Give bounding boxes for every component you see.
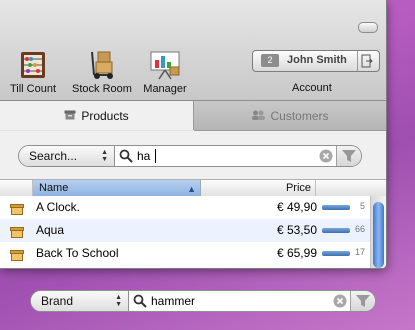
stock-count: 66 [354,224,365,234]
manager-label: Manager [143,83,187,95]
box-icon [64,109,76,123]
product-price: € 49,90 [276,200,317,214]
brand-scope-label: Brand [41,294,74,308]
brand-search-field: Brand ▲ ▼ hammer [30,290,376,312]
box-icon [10,202,24,220]
stock-room-button[interactable]: Stock Room [66,46,138,95]
account-badge: 2 [261,54,279,67]
product-name: Aqua [36,223,65,237]
box-icon [10,225,24,243]
column-header-name[interactable]: Name ▲ [33,180,201,196]
manager-button[interactable]: Manager [140,46,190,95]
search-field: Search... ▲ ▼ ha [18,145,362,167]
account-label: Account [292,82,332,94]
funnel-icon [356,295,370,307]
column-header-price[interactable]: Price [202,180,316,196]
box-icon [10,248,24,266]
tab-customers[interactable]: Customers [194,101,386,131]
toolbar: Till Count Stock Room Manager 2 John Smi… [0,0,386,101]
column-header-price-label: Price [285,182,311,194]
funnel-icon [342,150,356,162]
table-row[interactable]: Aqua € 53,50 66 [0,219,370,242]
tab-products-label: Products [81,108,129,123]
filter-button[interactable] [350,291,375,311]
search-icon [133,294,147,311]
stock-bar [322,228,350,233]
product-name: Back To School [36,246,119,260]
search-scope-label: Search... [29,149,78,163]
table-header: Name ▲ Price [0,179,386,197]
clear-search-icon[interactable] [333,294,347,311]
select-arrows-icon: ▲ ▼ [115,294,122,308]
stock-count: 17 [354,247,365,257]
tab-customers-label: Customers [270,108,329,123]
sort-ascending-icon: ▲ [187,184,196,194]
stock-bar [322,205,350,210]
stock-room-label: Stock Room [72,83,132,95]
presentation-board-icon [140,46,190,80]
filter-button[interactable] [336,146,361,166]
abacus-icon [6,46,60,80]
brand-scope-select[interactable]: Brand ▲ ▼ [31,291,129,311]
select-arrows-icon: ▲ ▼ [101,149,108,163]
till-count-button[interactable]: Till Count [6,46,60,95]
till-count-label: Till Count [9,83,57,95]
search-icon [119,149,133,166]
scrollbar-thumb[interactable] [373,202,384,268]
column-header-name-label: Name [39,182,69,194]
account-control[interactable]: 2 John Smith [252,50,380,72]
table-row[interactable]: A Clock. € 49,90 5 [0,196,370,219]
search-input[interactable]: ha [137,149,150,163]
product-price: € 53,50 [276,223,317,237]
people-icon [251,109,266,123]
account-divider [357,51,358,71]
product-table: A Clock. € 49,90 5 Aqua € 53,50 66 Back … [0,196,370,268]
text-caret [155,149,156,163]
vertical-scrollbar[interactable] [370,196,386,268]
account-name: John Smith [287,54,347,66]
stock-count: 5 [359,201,365,211]
search-scope-select[interactable]: Search... ▲ ▼ [19,146,115,166]
product-price: € 65,99 [276,246,317,260]
clear-search-icon[interactable] [319,149,333,166]
logout-icon[interactable] [361,54,373,73]
table-row[interactable]: Back To School € 65,99 17 [0,242,370,265]
search-bar: Search... ▲ ▼ ha [0,131,386,179]
brand-search-input[interactable]: hammer [151,294,195,308]
icon-column-header [0,180,33,196]
hand-truck-icon [66,46,138,80]
pos-window: Till Count Stock Room Manager 2 John Smi… [0,0,387,269]
tab-products[interactable]: Products [0,101,194,130]
product-name: A Clock. [36,200,81,214]
toolbar-toggle-button[interactable] [358,22,378,33]
tab-bar: Products Customers [0,101,386,131]
stock-bar [322,251,350,256]
